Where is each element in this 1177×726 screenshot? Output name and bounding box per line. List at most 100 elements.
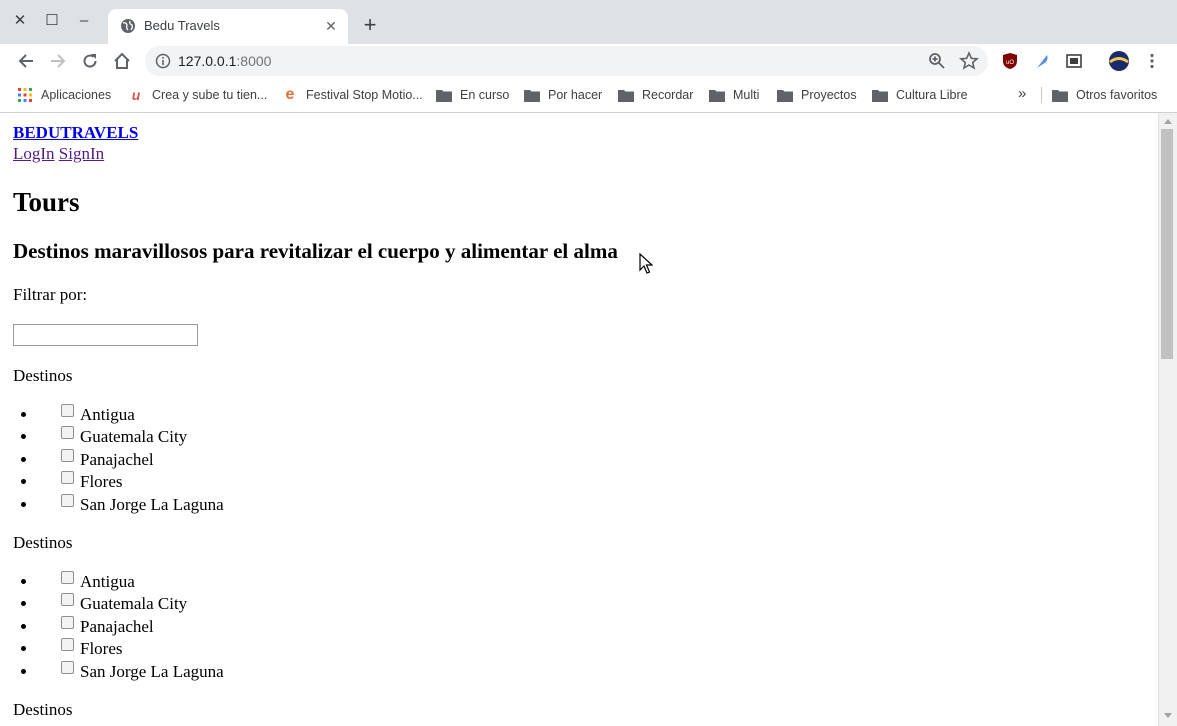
tab-title: Bedu Travels [144,18,220,33]
info-icon[interactable] [155,53,171,69]
bookmark-label: Otros favoritos [1076,88,1158,102]
bookmark-label: Multi [733,88,760,102]
login-link[interactable]: LogIn [13,144,55,163]
bookmark-folder-recordar[interactable]: Recordar [618,86,693,104]
destinations-group: Destinos Antigua Guatemala City Panajach… [13,532,618,683]
destination-checkbox[interactable] [61,638,74,652]
destination-checkbox[interactable] [61,660,74,674]
bookmark-label: Festival Stop Motio... [306,88,423,102]
bookmark-folder-por-hacer[interactable]: Por hacer [524,86,602,104]
folder-icon [872,87,888,103]
bookmark-folder-cultura-libre[interactable]: Cultura Libre [872,86,968,104]
bookmark-label: Por hacer [548,88,603,102]
bookmark-folder-multi[interactable]: Multi [709,86,759,104]
list-item: Panajachel [38,615,618,638]
destination-checkbox[interactable] [61,404,74,417]
minimize-window-icon[interactable]: – [73,10,95,32]
scroll-down-arrow-icon[interactable] [1164,713,1172,718]
back-arrow-icon[interactable] [13,48,39,74]
destination-label: San Jorge La Laguna [80,494,224,514]
destination-label: Flores [80,472,123,492]
bookmarks-bar: Aplicaciones u Crea y sube tu tien... e … [0,78,1177,113]
menu-dots-icon[interactable] [1139,48,1165,74]
bookmark-festival[interactable]: e Festival Stop Motio... [282,86,423,104]
reload-icon[interactable] [77,48,103,74]
list-item: Guatemala City [38,593,618,615]
bookmark-label: Crea y sube tu tien... [152,88,268,102]
globe-icon [121,19,135,33]
bookmark-label: Cultura Libre [896,88,968,102]
url-text: 127.0.0.1:8000 [178,53,272,69]
tab-close-icon[interactable]: ✕ [322,17,340,35]
destination-label: Flores [80,639,123,659]
destination-label: San Jorge La Laguna [80,661,224,681]
site-favicon-e-icon: e [285,86,295,103]
destination-checkbox[interactable] [61,593,74,607]
destination-label: Antigua [80,405,135,424]
list-item: Panajachel [38,448,618,471]
destinations-heading: Destinos [13,700,73,720]
page-subtitle: Destinos maravillosos para revitalizar e… [13,239,618,263]
site-favicon-u-icon: u [131,87,141,103]
folder-icon [618,87,634,103]
page-title: Tours [13,187,80,217]
close-window-icon[interactable]: ✕ [9,10,31,32]
mouse-cursor-icon [639,253,653,274]
destination-checkbox[interactable] [61,493,74,507]
home-icon[interactable] [109,48,135,74]
destinations-list: Antigua Guatemala City Panajachel Flores… [13,571,618,683]
maximize-window-icon[interactable]: ☐ [41,10,63,32]
filter-input[interactable] [13,324,198,346]
destination-checkbox[interactable] [61,448,74,462]
forward-arrow-icon[interactable] [45,48,71,74]
destinations-list: Antigua Guatemala City Panajachel Flores… [13,404,618,516]
destinations-heading: Destinos [13,533,73,553]
signin-link[interactable]: SignIn [59,144,104,163]
address-bar[interactable]: 127.0.0.1:8000 [145,46,988,76]
list-item: Antigua [38,404,618,426]
folder-icon [709,87,725,103]
bookmark-label: Recordar [642,88,694,102]
destinations-heading: Destinos [13,366,73,385]
bookmark-label: Aplicaciones [41,88,112,102]
ublock-extension-icon[interactable]: uO [997,48,1023,74]
destination-label: Guatemala City [80,427,188,447]
bookmark-folder-en-curso[interactable]: En curso [436,86,509,104]
destination-checkbox[interactable] [61,426,74,440]
bookmark-star-icon[interactable] [959,51,979,71]
destinations-group: Destinos Antigua Guatemala City Panajach… [13,365,618,516]
feather-extension-icon[interactable] [1029,48,1055,74]
browser-tab[interactable]: Bedu Travels ✕ [108,9,348,44]
bookmark-apps[interactable]: Aplicaciones [17,86,111,104]
bookmarks-separator [1041,87,1042,103]
bookmarks-overflow-chevron[interactable]: » [1018,85,1026,102]
page-viewport: BEDUTRAVELS LogIn SignIn Tours Destinos … [0,113,1158,726]
screenshot-extension-icon[interactable] [1061,48,1087,74]
destination-checkbox[interactable] [61,571,74,585]
list-item: Guatemala City [38,426,618,448]
scrollbar-thumb[interactable] [1161,129,1173,359]
new-tab-icon[interactable]: + [358,14,382,38]
folder-icon [436,87,452,103]
list-item: Flores [38,471,618,493]
toolbar: 127.0.0.1:8000 uO [0,44,1177,78]
scroll-up-arrow-icon[interactable] [1164,119,1172,124]
bookmark-folder-proyectos[interactable]: Proyectos [777,86,857,104]
bookmark-label: En curso [460,88,510,102]
list-item: San Jorge La Laguna [38,660,618,683]
destination-checkbox[interactable] [61,615,74,629]
apps-grid-icon [17,87,33,103]
folder-icon [777,87,793,103]
profile-avatar[interactable] [1106,48,1132,74]
zoom-icon[interactable] [928,52,946,70]
destinations-group: Destinos [13,699,618,721]
destination-checkbox[interactable] [61,471,74,485]
auth-nav: LogIn SignIn [13,143,618,165]
bookmark-label: Proyectos [801,88,857,102]
bookmark-other-favorites[interactable]: Otros favoritos [1052,86,1157,104]
page-scrollbar[interactable] [1158,113,1177,726]
folder-icon [524,87,540,103]
title-bar: ✕ ☐ – Bedu Travels ✕ + [0,0,1177,44]
bookmark-crea[interactable]: u Crea y sube tu tien... [128,86,268,104]
brand-link[interactable]: BEDUTRAVELS [13,123,618,143]
